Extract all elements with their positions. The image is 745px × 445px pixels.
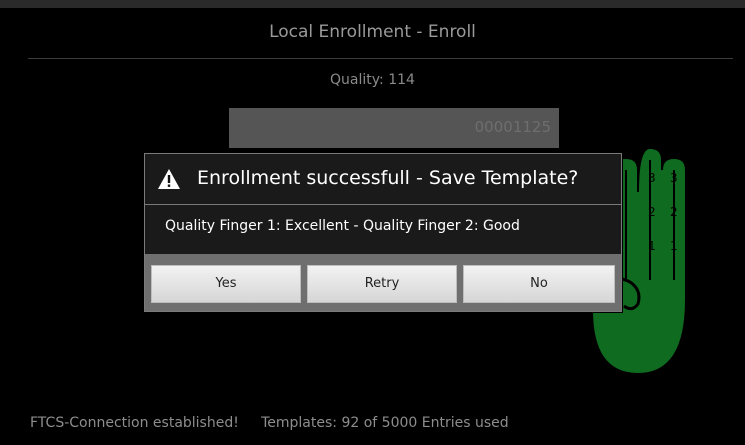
title-divider (28, 58, 733, 59)
quality-readout: Quality: 114 (0, 72, 745, 88)
templates-status: Templates: 92 of 5000 Entries used (261, 415, 509, 431)
yes-button[interactable]: Yes (151, 265, 301, 303)
finger-label-1a: 1 (648, 239, 656, 253)
id-value: 00001125 (474, 118, 551, 136)
dialog-button-bar: Yes Retry No (145, 254, 621, 311)
quality-value: 114 (388, 72, 415, 88)
screen: Local Enrollment - Enroll Quality: 114 0… (0, 0, 745, 445)
finger-label-1b: 1 (670, 239, 678, 253)
page-title: Local Enrollment - Enroll (269, 22, 476, 42)
connection-status: FTCS-Connection established! (30, 415, 239, 431)
warning-icon (158, 169, 180, 189)
finger-label-3a: 3 (648, 171, 656, 185)
finger-label-3b: 3 (670, 171, 678, 185)
finger-label-2a: 2 (648, 205, 656, 219)
id-field: 00001125 (229, 108, 559, 148)
retry-button[interactable]: Retry (307, 265, 457, 303)
top-edge (0, 0, 745, 8)
no-button[interactable]: No (463, 265, 615, 303)
dialog-title: Enrollment successfull - Save Template? (197, 167, 579, 189)
dialog-header: Enrollment successfull - Save Template? (145, 154, 621, 205)
dialog-message: Quality Finger 1: Excellent - Quality Fi… (165, 218, 520, 234)
quality-label: Quality: (330, 72, 384, 88)
finger-label-2b: 2 (670, 205, 678, 219)
status-bar: FTCS-Connection established! Templates: … (30, 415, 509, 431)
save-template-dialog: Enrollment successfull - Save Template? … (144, 153, 622, 312)
